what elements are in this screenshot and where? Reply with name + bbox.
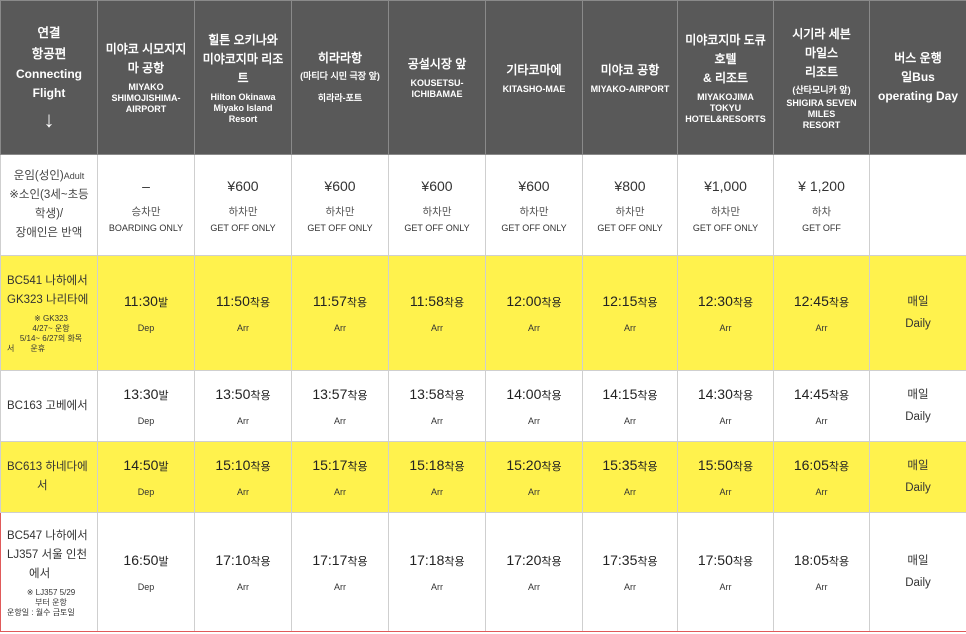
fare-cell: ¥1,000 하차만 GET OFF ONLY bbox=[677, 154, 774, 256]
time-cell: 17:35착용 Arr bbox=[582, 512, 678, 632]
time-cell: 14:15착용 Arr bbox=[582, 370, 678, 442]
time-cell: 16:50발 Dep bbox=[97, 512, 195, 632]
header-connecting-flight: 연결 항공편 Connecting Flight ↓ bbox=[0, 0, 98, 155]
header-stop-shimojishima: 미야코 시모지지 마 공항 MIYAKO SHIMOJISHIMA- AIRPO… bbox=[97, 0, 195, 155]
fare-cell: ¥600 하차만 GET OFF ONLY bbox=[291, 154, 389, 256]
header-stop-miyako-airport: 미야코 공항 MIYAKO-AIRPORT bbox=[582, 0, 678, 155]
time-cell: 13:57착용 Arr bbox=[291, 370, 389, 442]
fare-cell: ¥600 하차만 GET OFF ONLY bbox=[194, 154, 292, 256]
operating-day-cell: 매일 Daily bbox=[869, 512, 966, 632]
time-cell: 15:35착용 Arr bbox=[582, 441, 678, 513]
time-cell: 12:45착용 Arr bbox=[773, 255, 870, 371]
time-cell: 17:18착용 Arr bbox=[388, 512, 486, 632]
time-cell: 11:30발 Dep bbox=[97, 255, 195, 371]
time-cell: 13:58착용 Arr bbox=[388, 370, 486, 442]
flight-cell: BC547 나하에서 LJ357 서울 인천 에서 ※ LJ357 5/29 부… bbox=[0, 512, 98, 632]
time-cell: 15:50착용 Arr bbox=[677, 441, 774, 513]
time-cell: 17:17착용 Arr bbox=[291, 512, 389, 632]
header-stop-hilton: 힐튼 오키나와 미야코지마 리조 트 Hilton Okinawa Miyako… bbox=[194, 0, 292, 155]
time-cell: 14:50발 Dep bbox=[97, 441, 195, 513]
arrow-down-icon: ↓ bbox=[43, 106, 55, 132]
time-cell: 12:30착용 Arr bbox=[677, 255, 774, 371]
operating-day-cell: 매일 Daily bbox=[869, 255, 966, 371]
operating-day-cell: 매일 Daily bbox=[869, 441, 966, 513]
time-cell: 16:05착용 Arr bbox=[773, 441, 870, 513]
time-cell: 14:45착용 Arr bbox=[773, 370, 870, 442]
schedule-row: BC547 나하에서 LJ357 서울 인천 에서 ※ LJ357 5/29 부… bbox=[0, 512, 966, 632]
flight-cell: BC613 하네다에 서 bbox=[0, 441, 98, 513]
header-row: 연결 항공편 Connecting Flight ↓ 미야코 시모지지 마 공항… bbox=[0, 0, 966, 155]
header-stop-tokyu: 미야코지마 도큐 호텔 & 리조트 MIYAKOJIMA TOKYU HOTEL… bbox=[677, 0, 774, 155]
time-cell: 15:18착용 Arr bbox=[388, 441, 486, 513]
bus-timetable: 연결 항공편 Connecting Flight ↓ 미야코 시모지지 마 공항… bbox=[0, 0, 966, 632]
time-cell: 15:10착용 Arr bbox=[194, 441, 292, 513]
time-cell: 18:05착용 Arr bbox=[773, 512, 870, 632]
time-cell: 11:50착용 Arr bbox=[194, 255, 292, 371]
time-cell: 13:30발 Dep bbox=[97, 370, 195, 442]
header-operating-day: 버스 운행 일Bus operating Day bbox=[869, 0, 966, 155]
fare-cell: ¥ 1,200 하차 GET OFF bbox=[773, 154, 870, 256]
schedule-row: BC163 고베에서 13:30발 Dep 13:50착용 Arr 13:57착용 A… bbox=[0, 370, 966, 442]
schedule-row: BC541 나하에서 GK323 나리타에 ※ GK323 4/27~ 운항 5… bbox=[0, 255, 966, 371]
time-cell: 17:50착용 Arr bbox=[677, 512, 774, 632]
fare-label: 운임(성인)Adult ※소인(3세~초등 학생)/ 장애인은 반액 bbox=[0, 154, 98, 256]
time-cell: 15:20착용 Arr bbox=[485, 441, 583, 513]
fare-cell: ¥800 하차만 GET OFF ONLY bbox=[582, 154, 678, 256]
fare-cell: ¥600 하차만 GET OFF ONLY bbox=[485, 154, 583, 256]
header-stop-kitasho: 기타코마에 KITASHO-MAE bbox=[485, 0, 583, 155]
fare-cell: ¥600 하차만 GET OFF ONLY bbox=[388, 154, 486, 256]
time-cell: 13:50착용 Arr bbox=[194, 370, 292, 442]
operating-day-cell: 매일 Daily bbox=[869, 370, 966, 442]
time-cell: 15:17착용 Arr bbox=[291, 441, 389, 513]
schedule-row: BC613 하네다에 서 14:50발 Dep 15:10착용 Arr 15:17착… bbox=[0, 441, 966, 513]
header-stop-hirara-port: 히라라항 (마티다 시민 극장 앞) 히라라-포트 bbox=[291, 0, 389, 155]
flight-cell: BC163 고베에서 bbox=[0, 370, 98, 442]
time-cell: 17:20착용 Arr bbox=[485, 512, 583, 632]
fare-cell: – 승차만 BOARDING ONLY bbox=[97, 154, 195, 256]
fare-empty-cell bbox=[869, 154, 966, 256]
time-cell: 11:58착용 Arr bbox=[388, 255, 486, 371]
time-cell: 14:00착용 Arr bbox=[485, 370, 583, 442]
time-cell: 12:15착용 Arr bbox=[582, 255, 678, 371]
time-cell: 17:10착용 Arr bbox=[194, 512, 292, 632]
time-cell: 14:30착용 Arr bbox=[677, 370, 774, 442]
flight-cell: BC541 나하에서 GK323 나리타에 ※ GK323 4/27~ 운항 5… bbox=[0, 255, 98, 371]
header-stop-shigira: 시기라 세븐 마일스 리조트 (산타모니카 앞) SHIGIRA SEVEN M… bbox=[773, 0, 870, 155]
header-stop-kousetsu: 공설시장 앞 KOUSETSU- ICHIBAMAE bbox=[388, 0, 486, 155]
fare-row: 운임(성인)Adult ※소인(3세~초등 학생)/ 장애인은 반액 – 승차만 B… bbox=[0, 154, 966, 256]
time-cell: 12:00착용 Arr bbox=[485, 255, 583, 371]
time-cell: 11:57착용 Arr bbox=[291, 255, 389, 371]
